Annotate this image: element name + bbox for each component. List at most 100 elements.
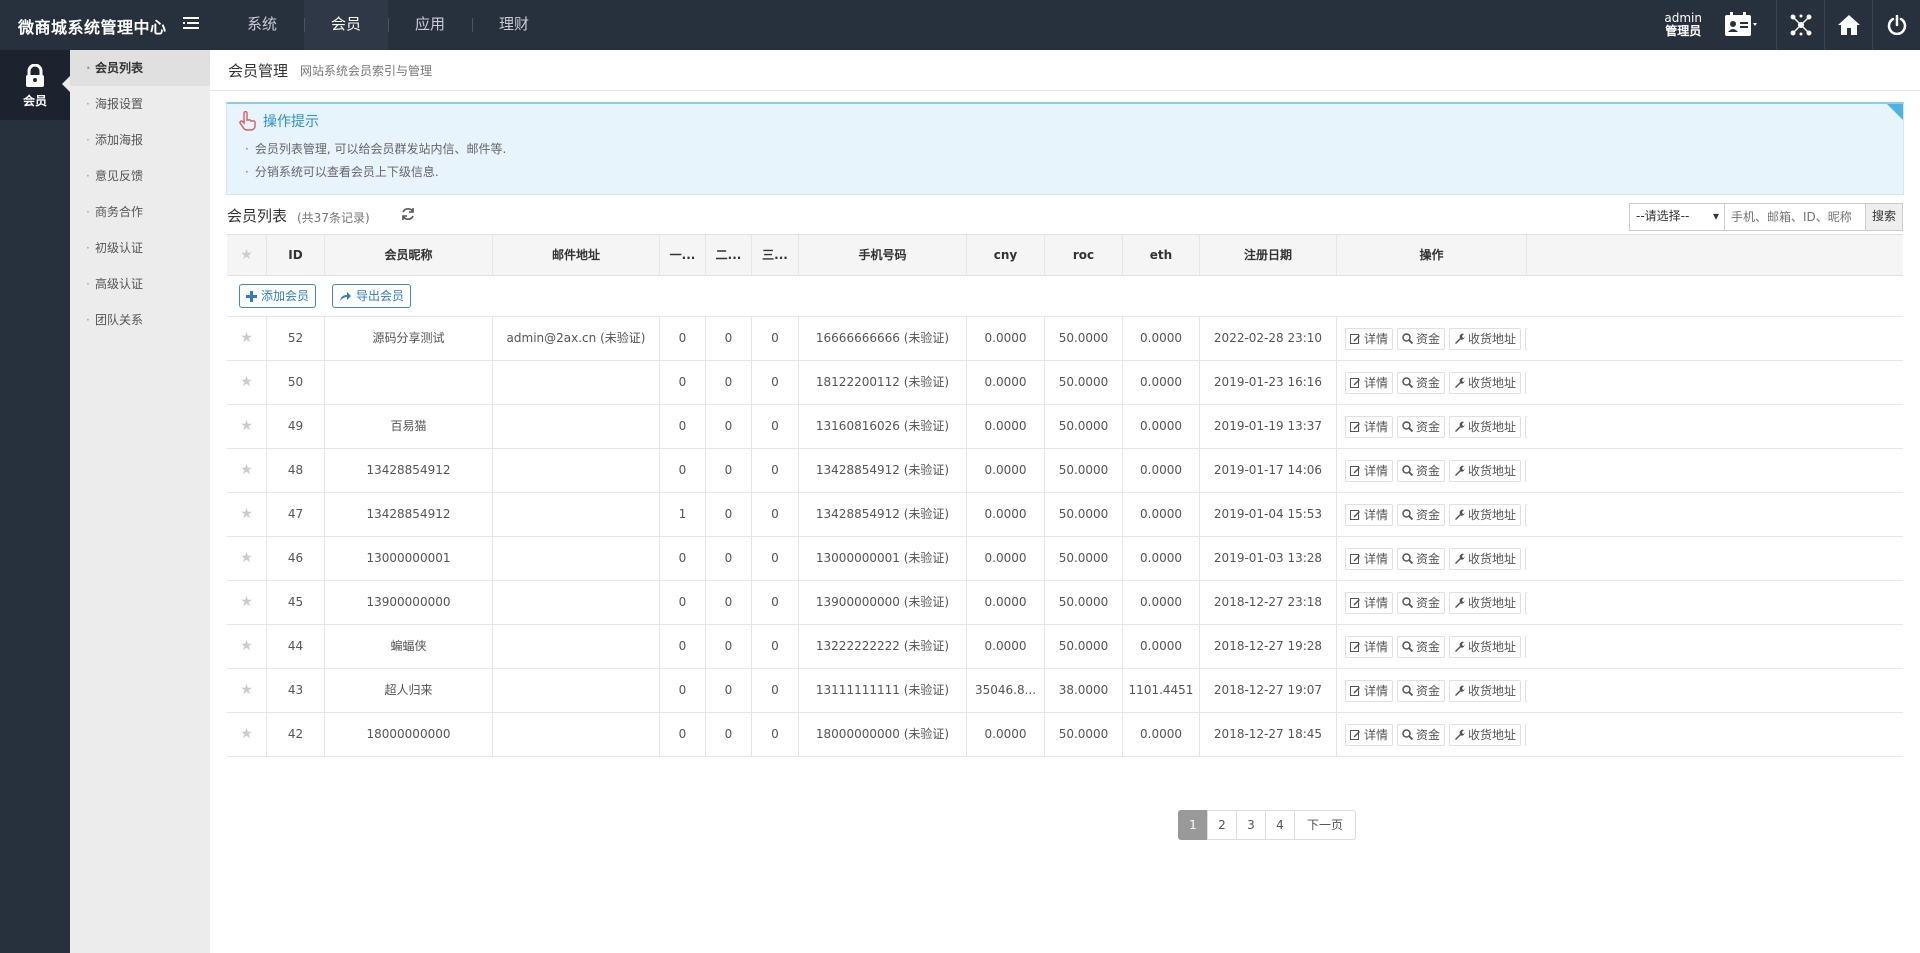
submenu-add-poster[interactable]: 添加海报 — [70, 122, 210, 158]
favorite-star-icon[interactable]: ★ — [227, 625, 267, 668]
cell-level-3: 0 — [752, 713, 799, 756]
detail-button[interactable]: 详情 — [1345, 327, 1394, 350]
header-level-3[interactable]: 三... — [752, 235, 799, 275]
wrench-icon — [1455, 333, 1465, 344]
favorite-star-icon[interactable]: ★ — [227, 669, 267, 712]
header-phone[interactable]: 手机号码 — [799, 235, 967, 275]
nav-apps[interactable]: 应用 — [388, 0, 472, 50]
home-icon[interactable] — [1824, 0, 1872, 50]
network-icon[interactable] — [1776, 0, 1824, 50]
cell-reg-date: 2019-01-19 13:37 — [1200, 405, 1337, 448]
address-button[interactable]: 收货地址 — [1449, 459, 1522, 482]
edit-icon — [1350, 598, 1360, 608]
submenu-basic-auth[interactable]: 初级认证 — [70, 230, 210, 266]
menu-toggle-icon[interactable] — [183, 16, 203, 34]
favorite-star-icon[interactable]: ★ — [227, 537, 267, 580]
user-card-icon[interactable] — [1716, 0, 1766, 50]
submenu-member-list[interactable]: 会员列表 — [70, 50, 210, 86]
fund-button[interactable]: 资金 — [1397, 635, 1446, 658]
fund-button[interactable]: 资金 — [1397, 371, 1446, 394]
address-button[interactable]: 收货地址 — [1449, 591, 1522, 614]
header-reg-date[interactable]: 注册日期 — [1200, 235, 1337, 275]
collapse-flag-icon[interactable] — [1887, 104, 1903, 120]
module-member[interactable]: 会员 — [0, 50, 70, 120]
fund-button[interactable]: 资金 — [1397, 591, 1446, 614]
top-nav: 系统 会员 应用 理财 — [220, 0, 556, 50]
address-button[interactable]: 收货地址 — [1449, 723, 1522, 746]
detail-button[interactable]: 详情 — [1345, 459, 1394, 482]
header-nickname[interactable]: 会员昵称 — [325, 235, 493, 275]
submenu-advanced-auth[interactable]: 高级认证 — [70, 266, 210, 302]
next-page[interactable]: 下一页 — [1294, 810, 1357, 840]
header-email[interactable]: 邮件地址 — [493, 235, 660, 275]
search-field-select[interactable]: --请选择-- ▾ — [1630, 204, 1725, 230]
submenu: 会员列表 海报设置 添加海报 意见反馈 商务合作 初级认证 高级认证 团队关系 — [70, 50, 210, 953]
header-star-icon[interactable]: ★ — [227, 235, 267, 275]
detail-button[interactable]: 详情 — [1345, 547, 1394, 570]
detail-button[interactable]: 详情 — [1345, 371, 1394, 394]
favorite-star-icon[interactable]: ★ — [227, 713, 267, 756]
fund-button[interactable]: 资金 — [1397, 415, 1446, 438]
favorite-star-icon[interactable]: ★ — [227, 493, 267, 536]
detail-button[interactable]: 详情 — [1345, 503, 1394, 526]
favorite-star-icon[interactable]: ★ — [227, 317, 267, 360]
favorite-star-icon[interactable]: ★ — [227, 405, 267, 448]
row-filler — [1527, 581, 1903, 624]
nav-system[interactable]: 系统 — [220, 0, 304, 50]
submenu-feedback[interactable]: 意见反馈 — [70, 158, 210, 194]
power-icon[interactable] — [1872, 0, 1920, 50]
cell-id: 44 — [267, 625, 325, 668]
submenu-poster-settings[interactable]: 海报设置 — [70, 86, 210, 122]
favorite-star-icon[interactable]: ★ — [227, 581, 267, 624]
submenu-business[interactable]: 商务合作 — [70, 194, 210, 230]
address-button[interactable]: 收货地址 — [1449, 547, 1522, 570]
address-button[interactable]: 收货地址 — [1449, 635, 1522, 658]
detail-button[interactable]: 详情 — [1345, 723, 1394, 746]
add-member-button[interactable]: 添加会员 — [239, 284, 317, 308]
nav-member[interactable]: 会员 — [304, 0, 388, 50]
cell-nickname: 百易猫 — [325, 405, 493, 448]
detail-button[interactable]: 详情 — [1345, 591, 1394, 614]
fund-button[interactable]: 资金 — [1397, 459, 1446, 482]
header-cny[interactable]: cny — [967, 235, 1045, 275]
header-id[interactable]: ID — [267, 235, 325, 275]
page-4[interactable]: 4 — [1265, 810, 1295, 840]
submenu-team[interactable]: 团队关系 — [70, 302, 210, 338]
header-level-1[interactable]: 一... — [660, 235, 706, 275]
page-subtitle: 网站系统会员索引与管理 — [300, 63, 433, 78]
refresh-icon[interactable] — [401, 207, 415, 224]
fund-button-label: 资金 — [1416, 419, 1441, 434]
fund-button[interactable]: 资金 — [1397, 679, 1446, 702]
admin-role: 管理员 — [1665, 24, 1702, 38]
address-button[interactable]: 收货地址 — [1449, 327, 1522, 350]
search-icon — [1402, 685, 1414, 696]
page-3[interactable]: 3 — [1236, 810, 1266, 840]
pagination: 1 2 3 4 下一页 — [1178, 810, 1357, 840]
header-eth[interactable]: eth — [1123, 235, 1200, 275]
favorite-star-icon[interactable]: ★ — [227, 449, 267, 492]
page-1[interactable]: 1 — [1178, 810, 1208, 840]
header-roc[interactable]: roc — [1045, 235, 1123, 275]
record-count: (共37条记录) — [297, 211, 370, 225]
nav-finance[interactable]: 理财 — [472, 0, 556, 50]
address-button[interactable]: 收货地址 — [1449, 503, 1522, 526]
favorite-star-icon[interactable]: ★ — [227, 361, 267, 404]
address-button[interactable]: 收货地址 — [1449, 679, 1522, 702]
page-2[interactable]: 2 — [1207, 810, 1237, 840]
detail-button-label: 详情 — [1364, 463, 1389, 478]
detail-button[interactable]: 详情 — [1345, 679, 1394, 702]
address-button[interactable]: 收货地址 — [1449, 371, 1522, 394]
fund-button[interactable]: 资金 — [1397, 547, 1446, 570]
export-member-button[interactable]: 导出会员 — [332, 284, 412, 308]
cell-phone: 18000000000 (未验证) — [799, 713, 967, 756]
search-button[interactable]: 搜索 — [1865, 204, 1902, 230]
address-button[interactable]: 收货地址 — [1449, 415, 1522, 438]
fund-button[interactable]: 资金 — [1397, 503, 1446, 526]
fund-button[interactable]: 资金 — [1397, 723, 1446, 746]
detail-button[interactable]: 详情 — [1345, 415, 1394, 438]
row-filler — [1527, 361, 1903, 404]
fund-button[interactable]: 资金 — [1397, 327, 1446, 350]
header-level-2[interactable]: 二... — [706, 235, 752, 275]
detail-button[interactable]: 详情 — [1345, 635, 1394, 658]
search-input[interactable] — [1725, 204, 1865, 230]
